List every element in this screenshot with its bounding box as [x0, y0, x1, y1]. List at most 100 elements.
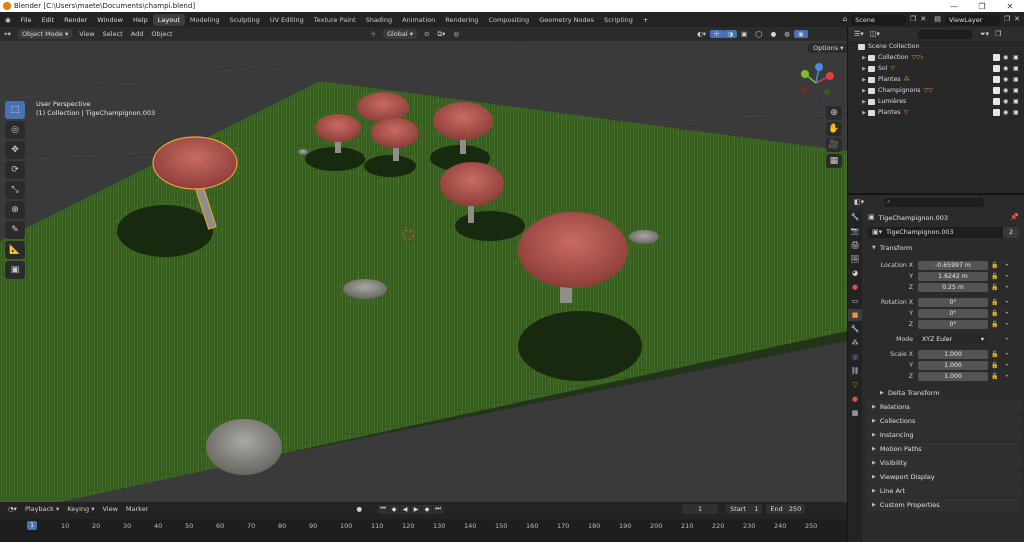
keyframe-dot[interactable]: •	[1005, 336, 1009, 343]
viewlayer-icon[interactable]: ▤	[934, 16, 941, 23]
outliner-editor-icon[interactable]: ☰▾	[854, 30, 864, 38]
proportional-edit-icon[interactable]: ◎	[449, 30, 463, 38]
keyframe-dot[interactable]: •	[1005, 299, 1009, 306]
tab-sculpting[interactable]: Sculpting	[224, 14, 264, 26]
location-y-field[interactable]: 1.6242 m	[918, 271, 988, 281]
snap-icon[interactable]: ⧉▾	[434, 30, 450, 39]
material-tab-icon[interactable]: ●	[848, 393, 862, 405]
lock-icon[interactable]: 🔓	[991, 362, 1001, 369]
select-box-tool-icon[interactable]: ⬚	[5, 101, 25, 119]
jump-keyframe-back-icon[interactable]: ◆	[389, 504, 400, 514]
keyframe-dot[interactable]: •	[1005, 310, 1009, 317]
object-datablock-field[interactable]: ▣▾ TigeChampignon.003 2	[868, 227, 1019, 238]
outliner-row[interactable]: ▶ Lumières ◉ ▣	[848, 96, 1024, 107]
measure-tool-icon[interactable]: 📐	[5, 241, 25, 259]
expand-arrow-icon[interactable]: ▶	[860, 55, 868, 61]
outliner-search-input[interactable]	[917, 29, 972, 39]
camera-icon[interactable]: ▣	[1013, 87, 1020, 94]
location-z-field[interactable]: 0.25 m	[918, 282, 988, 292]
move-tool-icon[interactable]: ✥	[5, 141, 25, 159]
gizmo-toggle-icon[interactable]: ✣	[710, 30, 724, 38]
expand-arrow-icon[interactable]: ▶	[860, 99, 868, 105]
expand-arrow-icon[interactable]: ▶	[860, 88, 868, 94]
eye-icon[interactable]: ◉	[1003, 98, 1010, 105]
eye-icon[interactable]: ◉	[1003, 109, 1010, 116]
data-tab-icon[interactable]: ▽	[848, 379, 862, 391]
editor-type-icon[interactable]: ⌖▾	[0, 30, 15, 39]
view-layer-tab-icon[interactable]: 🖼	[848, 253, 862, 265]
options-button[interactable]: Options ▾	[808, 43, 849, 53]
transform-panel-header[interactable]: ▼ Transform	[866, 241, 1021, 254]
close-button[interactable]: ✕	[996, 2, 1024, 11]
lock-icon[interactable]: 🔓	[991, 321, 1001, 328]
motion-paths-panel[interactable]: ▶ Motion Paths	[866, 442, 1021, 455]
instancing-panel[interactable]: ▶ Instancing	[866, 428, 1021, 441]
minimize-button[interactable]: —	[940, 2, 968, 11]
eye-icon[interactable]: ◉	[1003, 87, 1010, 94]
end-frame-field[interactable]: End 250	[766, 504, 806, 514]
start-frame-field[interactable]: Start 1	[726, 504, 763, 514]
lock-icon[interactable]: 🔓	[991, 351, 1001, 358]
outliner-row[interactable]: ▶ Collection ▽▽₂ ◉ ▣	[848, 52, 1024, 63]
lock-icon[interactable]: 🔓	[991, 310, 1001, 317]
outliner-row[interactable]: ▶ Plantes ▽ ◉ ▣	[848, 107, 1024, 118]
tab-modeling[interactable]: Modeling	[185, 14, 225, 26]
scale-y-field[interactable]: 1.000	[918, 360, 988, 370]
add-cube-tool-icon[interactable]: ▣	[5, 261, 25, 279]
tab-geometry-nodes[interactable]: Geometry Nodes	[534, 14, 599, 26]
object-tab-icon[interactable]: ■	[848, 309, 862, 321]
tab-texture-paint[interactable]: Texture Paint	[309, 14, 361, 26]
tab-scripting[interactable]: Scripting	[599, 14, 638, 26]
annotate-tool-icon[interactable]: ✎	[5, 221, 25, 239]
output-tab-icon[interactable]: 🖨	[848, 239, 862, 251]
lock-icon[interactable]: 🔓	[991, 262, 1001, 269]
overlay-toggle-icon[interactable]: ◑	[723, 30, 738, 38]
physics-tab-icon[interactable]: ◎	[848, 351, 862, 363]
collections-panel[interactable]: ▶ Collections	[866, 414, 1021, 427]
include-checkbox[interactable]	[993, 98, 1000, 105]
tab-rendering[interactable]: Rendering	[440, 14, 483, 26]
location-x-field[interactable]: -0.65997 m	[918, 260, 988, 270]
keyframe-dot[interactable]: •	[1005, 273, 1009, 280]
delta-transform-panel[interactable]: ▶ Delta Transform	[866, 386, 1021, 399]
playhead[interactable]: 1	[27, 521, 37, 530]
keyframe-dot[interactable]: •	[1005, 321, 1009, 328]
zoom-view-icon[interactable]: ⊕	[826, 106, 842, 120]
expand-arrow-icon[interactable]: ▶	[860, 66, 868, 72]
play-reverse-icon[interactable]: ◀	[400, 504, 411, 514]
delete-scene-icon[interactable]: ✕	[920, 16, 926, 23]
transform-tool-icon[interactable]: ⊕	[5, 201, 25, 219]
lock-icon[interactable]: 🔓	[991, 284, 1001, 291]
modifier-tab-icon[interactable]: 🔧	[848, 323, 862, 335]
include-checkbox[interactable]	[993, 65, 1000, 72]
keyframe-dot[interactable]: •	[1005, 373, 1009, 380]
expand-arrow-icon[interactable]: ▶	[860, 77, 868, 83]
pivot-icon[interactable]: ⊙	[420, 30, 433, 38]
record-button[interactable]: ●	[352, 505, 366, 513]
viewport-display-panel[interactable]: ▶ Viewport Display	[866, 470, 1021, 483]
jump-keyframe-forward-icon[interactable]: ◆	[422, 504, 433, 514]
include-checkbox[interactable]	[993, 54, 1000, 61]
menu-object[interactable]: Object	[147, 30, 176, 38]
xray-icon[interactable]: ▣	[737, 30, 751, 38]
camera-icon[interactable]: ▣	[1013, 76, 1020, 83]
constraints-tab-icon[interactable]: ⛓	[848, 365, 862, 377]
viewlayer-selector[interactable]: ViewLayer	[944, 14, 1000, 25]
tab-animation[interactable]: Animation	[397, 14, 440, 26]
menu-playback[interactable]: Playback ▾	[21, 505, 63, 513]
include-checkbox[interactable]	[993, 109, 1000, 116]
new-scene-icon[interactable]: ❐	[910, 16, 916, 23]
collection-tab-icon[interactable]: ▭	[848, 295, 862, 307]
eye-icon[interactable]: ◉	[1003, 76, 1010, 83]
menu-render[interactable]: Render	[59, 16, 92, 24]
object-browse-icon[interactable]: ▣▾	[872, 229, 882, 236]
outliner-row[interactable]: ▶ Sol ▽ ◉ ▣	[848, 63, 1024, 74]
timeline-ruler[interactable]: 1 10 20 30 40 50 60 70 80 90 100 110 120 130 140 150 16…	[0, 519, 847, 542]
camera-icon[interactable]: ▣	[1013, 98, 1020, 105]
properties-editor-icon[interactable]: ◧▾	[854, 198, 864, 206]
shading-material-icon[interactable]: ◍	[780, 30, 794, 38]
play-icon[interactable]: ▶	[411, 504, 422, 514]
world-tab-icon[interactable]: ●	[848, 281, 862, 293]
menu-add[interactable]: Add	[127, 30, 148, 38]
3d-viewport[interactable]: ⬚ ◎ ✥ ⟳ ⤡ ⊕ ✎ 📐 ▣ User Perspective (1) C…	[0, 41, 847, 502]
